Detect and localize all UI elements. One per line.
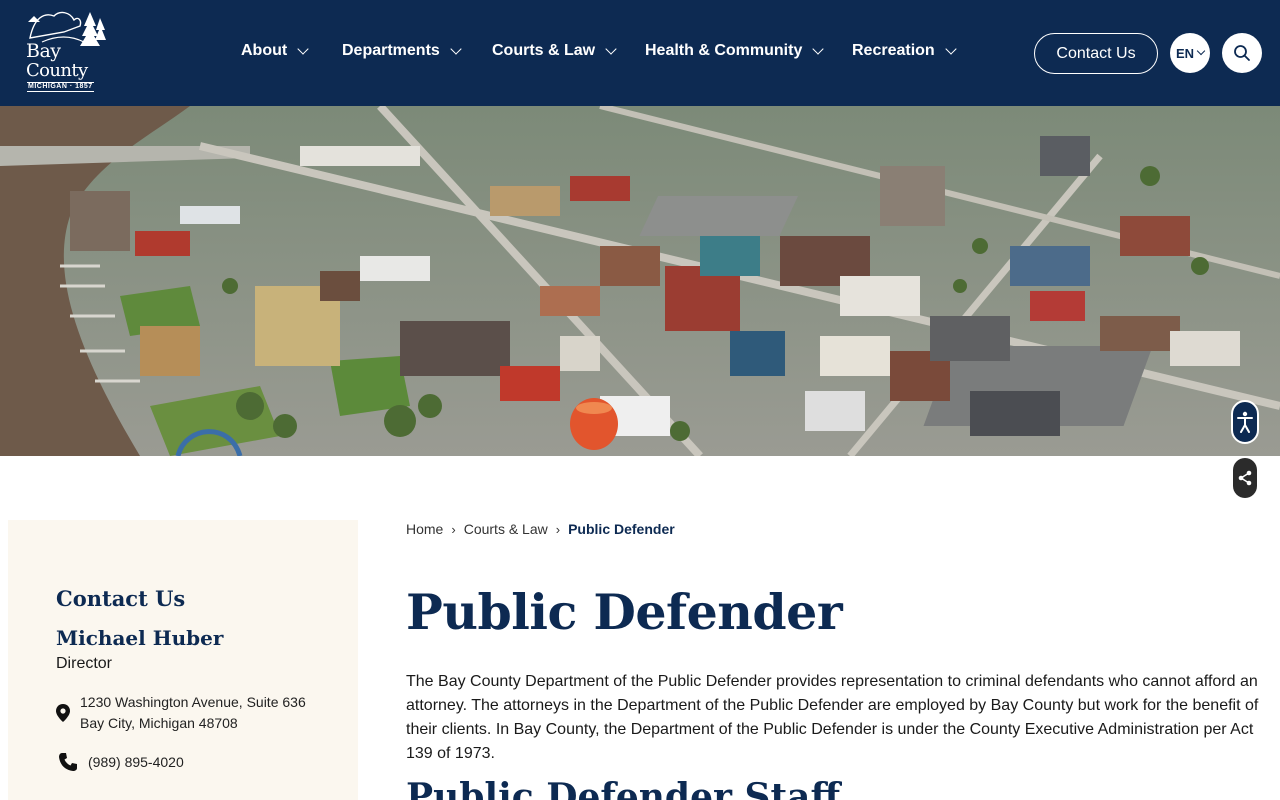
contact-address-line1: 1230 Washington Avenue, Suite 636	[80, 694, 306, 710]
chevron-down-icon	[297, 42, 309, 55]
contact-us-button[interactable]: Contact Us	[1034, 33, 1158, 74]
contact-sidebar: Contact Us Michael Huber Director 1230 W…	[8, 520, 358, 800]
bay-county-logo[interactable]: Bay County MICHIGAN · 1857	[24, 8, 112, 94]
breadcrumb-separator-icon: ›	[555, 521, 561, 537]
logo-text-bay: Bay	[26, 40, 61, 62]
chevron-down-icon	[945, 42, 957, 55]
contact-address-line2: Bay City, Michigan 48708	[80, 715, 238, 731]
nav-courts-law-label: Courts & Law	[492, 42, 596, 59]
nav-courts-law[interactable]: Courts & Law	[492, 42, 617, 60]
accessibility-button[interactable]	[1231, 400, 1259, 444]
city-aerial-illustration	[0, 106, 1280, 456]
nav-recreation[interactable]: Recreation	[852, 42, 957, 60]
sidebar-heading: Contact Us	[56, 586, 186, 611]
nav-health-community[interactable]: Health & Community	[645, 42, 825, 60]
chevron-down-icon	[605, 42, 617, 55]
search-button[interactable]	[1222, 33, 1262, 73]
chevron-down-icon	[812, 42, 825, 55]
nav-departments[interactable]: Departments	[342, 42, 462, 60]
breadcrumb-courts-law[interactable]: Courts & Law	[464, 521, 548, 537]
share-icon	[1238, 470, 1252, 486]
language-label: EN	[1175, 45, 1195, 61]
section-title-staff: Public Defender Staff	[406, 776, 840, 800]
nav-recreation-label: Recreation	[852, 42, 935, 59]
nav-departments-label: Departments	[342, 42, 440, 59]
hero-aerial-image	[0, 106, 1280, 456]
language-selector[interactable]: EN	[1170, 33, 1210, 73]
nav-about-label: About	[241, 42, 288, 59]
breadcrumb-separator-icon: ›	[451, 521, 456, 537]
logo-text-county: County	[26, 60, 88, 81]
accessibility-icon	[1237, 411, 1253, 433]
intro-paragraph: The Bay County Department of the Public …	[406, 673, 1259, 762]
chevron-down-icon	[450, 42, 462, 55]
contact-role: Director	[56, 655, 113, 672]
site-header: Bay County MICHIGAN · 1857 About Departm…	[0, 0, 1280, 106]
nav-health-community-label: Health & Community	[645, 42, 803, 59]
phone-icon	[59, 753, 77, 771]
contact-phone-link[interactable]: (989) 895-4020	[88, 754, 184, 770]
breadcrumb-current: Public Defender	[568, 521, 675, 537]
contact-name: Michael Huber	[56, 626, 224, 650]
breadcrumb: Home › Courts & Law › Public Defender	[406, 521, 675, 537]
location-pin-icon	[56, 704, 70, 722]
logo-subtext: MICHIGAN · 1857	[27, 82, 94, 92]
chevron-down-icon	[1196, 46, 1206, 56]
nav-about[interactable]: About	[241, 42, 309, 60]
breadcrumb-home[interactable]: Home	[406, 521, 443, 537]
page-title: Public Defender	[406, 583, 843, 641]
search-icon	[1234, 45, 1250, 61]
share-button[interactable]	[1233, 458, 1257, 498]
